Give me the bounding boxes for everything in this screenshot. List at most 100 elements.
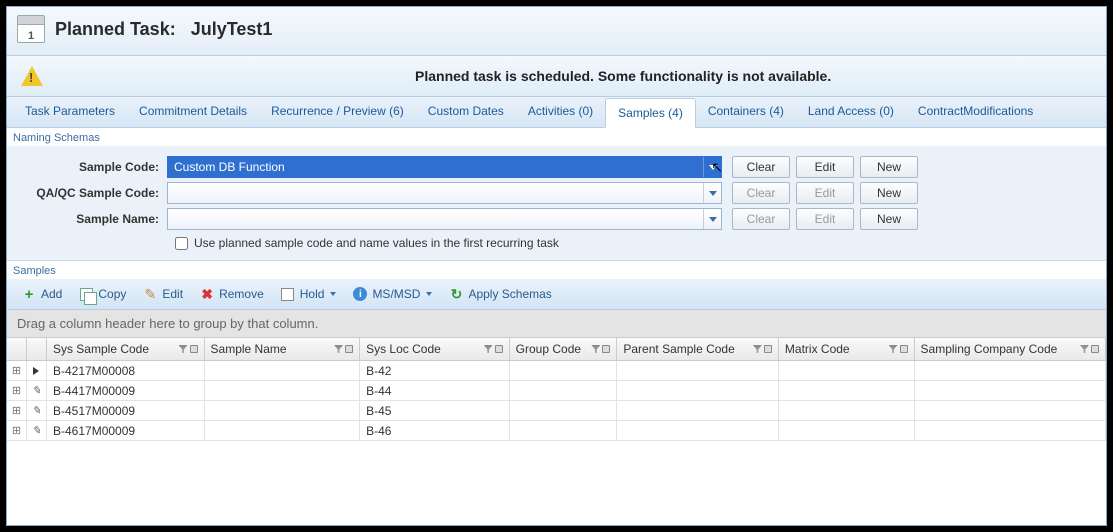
qaqc-row: QA/QC Sample Code: Clear Edit New [17,182,1096,204]
copy-button[interactable]: Copy [72,283,132,305]
cell-sample-name[interactable] [205,421,361,440]
msmsd-button[interactable]: iMS/MSD [346,283,438,305]
cell-sys-sample-code[interactable]: B-4517M00009 [47,401,205,420]
filter-icon[interactable] [334,345,343,353]
filter-icon[interactable] [753,345,762,353]
cell-group-code[interactable] [510,401,618,420]
group-by-hint[interactable]: Drag a column header here to group by th… [7,310,1106,338]
cell-matrix-code[interactable] [779,401,915,420]
row-marker: ✎ [27,381,47,400]
cell-sys-loc-code[interactable]: B-46 [360,421,510,440]
use-planned-checkbox-row: Use planned sample code and name values … [175,236,1096,250]
pin-icon[interactable] [764,345,772,353]
filter-icon[interactable] [889,345,898,353]
qaqc-combo[interactable] [167,182,722,204]
naming-schemas-label: Naming Schemas [7,128,1106,146]
pin-icon[interactable] [495,345,503,353]
filter-icon[interactable] [1080,345,1089,353]
col-group-code[interactable]: Group Code [510,338,618,360]
table-row[interactable]: ⊞✎B-4417M00009 B-44 [7,381,1106,401]
expand-toggle[interactable]: ⊞ [7,421,27,440]
tab-contract-modifications[interactable]: ContractModifications [906,97,1045,127]
col-sys-sample-code[interactable]: Sys Sample Code [47,338,205,360]
samples-toolbar: +Add Copy ✎Edit ✖Remove Hold iMS/MSD ↻Ap… [7,279,1106,310]
filter-icon[interactable] [484,345,493,353]
cell-group-code[interactable] [510,381,618,400]
tab-commitment-details[interactable]: Commitment Details [127,97,259,127]
tab-recurrence-preview[interactable]: Recurrence / Preview (6) [259,97,416,127]
cell-sys-sample-code[interactable]: B-4417M00009 [47,381,205,400]
cell-sampling-company-code[interactable] [915,381,1106,400]
table-row[interactable]: ⊞ B-4217M00008 B-42 [7,361,1106,381]
pin-icon[interactable] [190,345,198,353]
qaqc-new-button[interactable]: New [860,182,918,204]
sample-name-new-button[interactable]: New [860,208,918,230]
use-planned-checkbox[interactable] [175,237,188,250]
planned-task-window: 1 Planned Task: JulyTest1 Planned task i… [6,6,1107,526]
tab-custom-dates[interactable]: Custom Dates [416,97,516,127]
warning-text: Planned task is scheduled. Some function… [415,68,831,84]
add-button[interactable]: +Add [15,283,68,305]
calendar-icon: 1 [17,15,45,43]
remove-button[interactable]: ✖Remove [193,283,270,305]
marker-header [27,338,47,360]
cell-matrix-code[interactable] [779,421,915,440]
cell-sys-loc-code[interactable]: B-42 [360,361,510,380]
cell-group-code[interactable] [510,421,618,440]
sample-code-combo[interactable]: Custom DB Function ↖ [167,156,722,178]
row-marker: ✎ [27,401,47,420]
apply-schemas-button[interactable]: ↻Apply Schemas [442,283,557,305]
cell-sampling-company-code[interactable] [915,361,1106,380]
pin-icon[interactable] [900,345,908,353]
expand-toggle[interactable]: ⊞ [7,381,27,400]
tab-samples[interactable]: Samples (4) [605,98,696,128]
cell-sys-loc-code[interactable]: B-44 [360,381,510,400]
hold-icon [280,286,296,302]
cell-sys-loc-code[interactable]: B-45 [360,401,510,420]
chevron-down-icon[interactable] [703,157,721,177]
tab-activities[interactable]: Activities (0) [516,97,605,127]
expand-toggle[interactable]: ⊞ [7,361,27,380]
pin-icon[interactable] [345,345,353,353]
cell-sample-name[interactable] [205,361,361,380]
tab-task-parameters[interactable]: Task Parameters [13,97,127,127]
edit-button[interactable]: ✎Edit [136,283,189,305]
current-row-icon [33,367,39,375]
cell-parent-sample-code[interactable] [617,421,779,440]
hold-button[interactable]: Hold [274,283,343,305]
pin-icon[interactable] [602,345,610,353]
cell-sys-sample-code[interactable]: B-4617M00009 [47,421,205,440]
expand-toggle[interactable]: ⊞ [7,401,27,420]
pin-icon[interactable] [1091,345,1099,353]
cell-matrix-code[interactable] [779,361,915,380]
col-matrix-code[interactable]: Matrix Code [779,338,915,360]
qaqc-label: QA/QC Sample Code: [17,186,167,200]
cell-sys-sample-code[interactable]: B-4217M00008 [47,361,205,380]
cell-sample-name[interactable] [205,381,361,400]
col-parent-sample-code[interactable]: Parent Sample Code [617,338,779,360]
sample-code-edit-button[interactable]: Edit [796,156,854,178]
chevron-down-icon[interactable] [703,183,721,203]
tab-land-access[interactable]: Land Access (0) [796,97,906,127]
sample-name-combo[interactable] [167,208,722,230]
table-row[interactable]: ⊞✎B-4517M00009 B-45 [7,401,1106,421]
cell-group-code[interactable] [510,361,618,380]
col-sys-loc-code[interactable]: Sys Loc Code [360,338,510,360]
cell-sample-name[interactable] [205,401,361,420]
cell-matrix-code[interactable] [779,381,915,400]
cell-sampling-company-code[interactable] [915,421,1106,440]
cell-parent-sample-code[interactable] [617,361,779,380]
cell-sampling-company-code[interactable] [915,401,1106,420]
chevron-down-icon[interactable] [703,209,721,229]
filter-icon[interactable] [179,345,188,353]
cell-parent-sample-code[interactable] [617,401,779,420]
col-sample-name[interactable]: Sample Name [205,338,361,360]
sample-code-new-button[interactable]: New [860,156,918,178]
col-sampling-company-code[interactable]: Sampling Company Code [915,338,1106,360]
filter-icon[interactable] [591,345,600,353]
sample-code-clear-button[interactable]: Clear [732,156,790,178]
tab-containers[interactable]: Containers (4) [696,97,796,127]
table-row[interactable]: ⊞✎B-4617M00009B-46 [7,421,1106,441]
plus-icon: + [21,286,37,302]
cell-parent-sample-code[interactable] [617,381,779,400]
